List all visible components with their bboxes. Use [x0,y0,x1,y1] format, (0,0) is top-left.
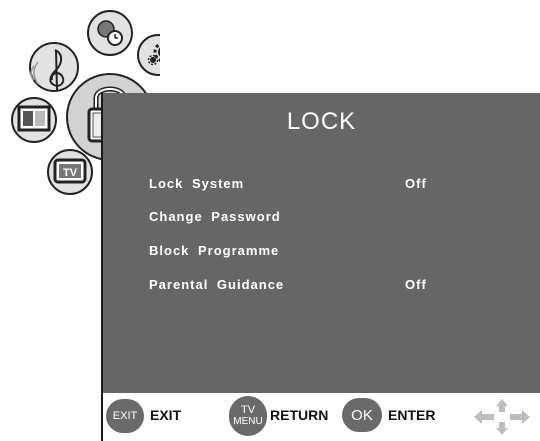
exit-button-badge[interactable]: EXIT [106,399,144,433]
ok-button-badge[interactable]: OK [342,398,382,432]
tab-picture[interactable] [11,97,57,143]
menu-item-parental-guidance[interactable]: Parental Guidance [149,277,284,292]
tab-channel[interactable]: TV [47,149,93,195]
parental-guidance-value: Off [405,277,427,292]
exit-label: EXIT [150,407,182,423]
tv-badge-text: TV [240,404,256,416]
tab-setup[interactable] [137,34,160,76]
tab-time[interactable] [87,10,133,56]
page-title: LOCK [286,108,357,135]
ok-badge-text: OK [351,406,373,424]
menu-item-lock-system[interactable]: Lock System [149,176,244,191]
menu-button-badge[interactable]: TV MENU [229,396,267,436]
menu-item-block-programme[interactable]: Block Programme [149,243,279,258]
svg-text:TV: TV [63,167,78,179]
tab-sound[interactable] [29,42,79,92]
navigation-arrows-icon [474,399,530,435]
exit-badge-text: EXIT [112,410,138,422]
tv-icon: TV [53,158,87,184]
lock-system-value: Off [405,176,427,191]
picture-icon [17,105,51,132]
panel-divider [101,93,103,441]
enter-label: ENTER [388,407,436,423]
menu-badge-text: MENU [233,416,263,427]
menu-item-change-password[interactable]: Change Password [149,209,281,224]
return-label: RETURN [270,407,329,423]
